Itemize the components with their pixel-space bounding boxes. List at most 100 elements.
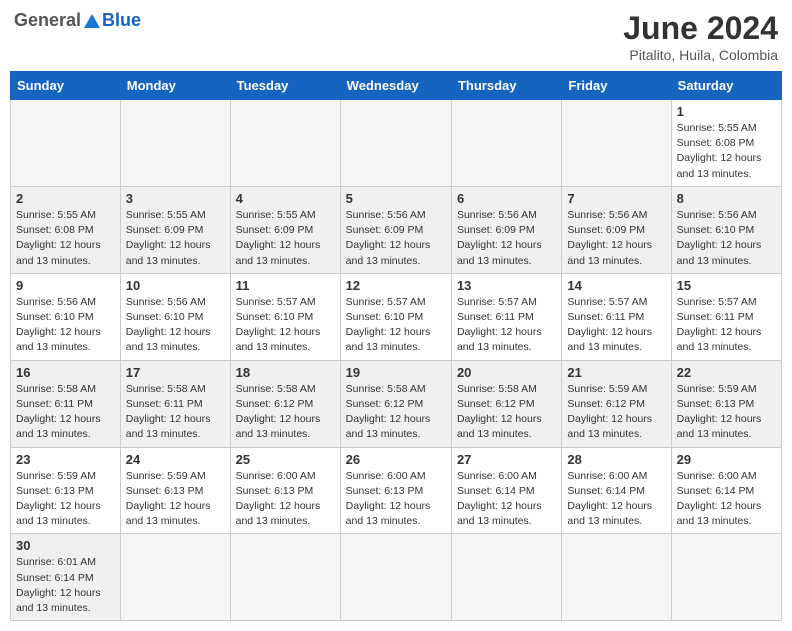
- calendar-week-3: 16 Sunrise: 5:58 AM Sunset: 6:11 PM Dayli…: [11, 360, 782, 447]
- day-number: 7: [567, 191, 665, 206]
- day-number: 22: [677, 365, 776, 380]
- weekday-saturday: Saturday: [671, 72, 781, 100]
- calendar-cell: 8 Sunrise: 5:56 AM Sunset: 6:10 PM Daylig…: [671, 186, 781, 273]
- day-info: Sunrise: 5:55 AM Sunset: 6:09 PM Dayligh…: [236, 208, 335, 269]
- calendar-cell: [11, 100, 121, 187]
- calendar-cell: [562, 100, 671, 187]
- calendar-week-2: 9 Sunrise: 5:56 AM Sunset: 6:10 PM Daylig…: [11, 273, 782, 360]
- calendar-cell: 25 Sunrise: 6:00 AM Sunset: 6:13 PM Dayli…: [230, 447, 340, 534]
- day-info: Sunrise: 5:56 AM Sunset: 6:10 PM Dayligh…: [126, 295, 225, 356]
- weekday-friday: Friday: [562, 72, 671, 100]
- calendar-cell: 3 Sunrise: 5:55 AM Sunset: 6:09 PM Daylig…: [120, 186, 230, 273]
- calendar-cell: 9 Sunrise: 5:56 AM Sunset: 6:10 PM Daylig…: [11, 273, 121, 360]
- day-info: Sunrise: 5:57 AM Sunset: 6:11 PM Dayligh…: [677, 295, 776, 356]
- logo-triangle-icon: [84, 14, 100, 28]
- day-info: Sunrise: 5:56 AM Sunset: 6:09 PM Dayligh…: [346, 208, 446, 269]
- calendar-cell: [451, 534, 561, 621]
- weekday-monday: Monday: [120, 72, 230, 100]
- calendar-cell: 10Sunrise: 5:56 AM Sunset: 6:10 PM Dayli…: [120, 273, 230, 360]
- day-number: 20: [457, 365, 556, 380]
- calendar-cell: 4 Sunrise: 5:55 AM Sunset: 6:09 PM Daylig…: [230, 186, 340, 273]
- calendar-cell: [120, 534, 230, 621]
- day-info: Sunrise: 6:00 AM Sunset: 6:14 PM Dayligh…: [457, 469, 556, 530]
- weekday-header-row: SundayMondayTuesdayWednesdayThursdayFrid…: [11, 72, 782, 100]
- day-number: 8: [677, 191, 776, 206]
- calendar-cell: [562, 534, 671, 621]
- day-info: Sunrise: 5:58 AM Sunset: 6:12 PM Dayligh…: [457, 382, 556, 443]
- calendar-cell: 2Sunrise: 5:55 AM Sunset: 6:08 PM Daylig…: [11, 186, 121, 273]
- day-info: Sunrise: 5:59 AM Sunset: 6:13 PM Dayligh…: [16, 469, 115, 530]
- day-info: Sunrise: 5:56 AM Sunset: 6:10 PM Dayligh…: [16, 295, 115, 356]
- calendar-week-0: 1 Sunrise: 5:55 AM Sunset: 6:08 PM Daylig…: [11, 100, 782, 187]
- day-number: 11: [236, 278, 335, 293]
- day-info: Sunrise: 5:58 AM Sunset: 6:11 PM Dayligh…: [16, 382, 115, 443]
- day-number: 4: [236, 191, 335, 206]
- day-number: 30: [16, 538, 115, 553]
- day-info: Sunrise: 6:01 AM Sunset: 6:14 PM Dayligh…: [16, 555, 115, 616]
- day-info: Sunrise: 6:00 AM Sunset: 6:13 PM Dayligh…: [346, 469, 446, 530]
- day-number: 26: [346, 452, 446, 467]
- day-info: Sunrise: 5:59 AM Sunset: 6:13 PM Dayligh…: [677, 382, 776, 443]
- day-info: Sunrise: 5:56 AM Sunset: 6:09 PM Dayligh…: [457, 208, 556, 269]
- day-info: Sunrise: 5:57 AM Sunset: 6:11 PM Dayligh…: [457, 295, 556, 356]
- calendar-cell: 14 Sunrise: 5:57 AM Sunset: 6:11 PM Dayli…: [562, 273, 671, 360]
- day-info: Sunrise: 5:59 AM Sunset: 6:13 PM Dayligh…: [126, 469, 225, 530]
- day-info: Sunrise: 6:00 AM Sunset: 6:14 PM Dayligh…: [567, 469, 665, 530]
- calendar-week-4: 23Sunrise: 5:59 AM Sunset: 6:13 PM Dayli…: [11, 447, 782, 534]
- day-number: 6: [457, 191, 556, 206]
- day-number: 3: [126, 191, 225, 206]
- day-number: 14: [567, 278, 665, 293]
- day-info: Sunrise: 6:00 AM Sunset: 6:14 PM Dayligh…: [677, 469, 776, 530]
- calendar-cell: 7 Sunrise: 5:56 AM Sunset: 6:09 PM Daylig…: [562, 186, 671, 273]
- day-number: 1: [677, 104, 776, 119]
- day-number: 28: [567, 452, 665, 467]
- calendar-cell: [340, 100, 451, 187]
- day-info: Sunrise: 5:58 AM Sunset: 6:12 PM Dayligh…: [346, 382, 446, 443]
- day-number: 16: [16, 365, 115, 380]
- calendar-cell: 27Sunrise: 6:00 AM Sunset: 6:14 PM Dayli…: [451, 447, 561, 534]
- calendar-cell: 20 Sunrise: 5:58 AM Sunset: 6:12 PM Dayli…: [451, 360, 561, 447]
- day-info: Sunrise: 5:57 AM Sunset: 6:10 PM Dayligh…: [346, 295, 446, 356]
- day-info: Sunrise: 5:57 AM Sunset: 6:10 PM Dayligh…: [236, 295, 335, 356]
- calendar-cell: [451, 100, 561, 187]
- calendar-cell: 16 Sunrise: 5:58 AM Sunset: 6:11 PM Dayli…: [11, 360, 121, 447]
- day-info: Sunrise: 5:59 AM Sunset: 6:12 PM Dayligh…: [567, 382, 665, 443]
- calendar-subtitle: Pitalito, Huila, Colombia: [623, 47, 778, 63]
- calendar-cell: 6 Sunrise: 5:56 AM Sunset: 6:09 PM Daylig…: [451, 186, 561, 273]
- title-block: June 2024 Pitalito, Huila, Colombia: [623, 10, 778, 63]
- day-number: 15: [677, 278, 776, 293]
- day-number: 13: [457, 278, 556, 293]
- day-info: Sunrise: 5:56 AM Sunset: 6:10 PM Dayligh…: [677, 208, 776, 269]
- calendar-cell: 19 Sunrise: 5:58 AM Sunset: 6:12 PM Dayli…: [340, 360, 451, 447]
- calendar-title: June 2024: [623, 10, 778, 47]
- weekday-thursday: Thursday: [451, 72, 561, 100]
- day-info: Sunrise: 5:58 AM Sunset: 6:11 PM Dayligh…: [126, 382, 225, 443]
- day-info: Sunrise: 5:56 AM Sunset: 6:09 PM Dayligh…: [567, 208, 665, 269]
- day-number: 17: [126, 365, 225, 380]
- calendar-cell: 24Sunrise: 5:59 AM Sunset: 6:13 PM Dayli…: [120, 447, 230, 534]
- day-info: Sunrise: 5:55 AM Sunset: 6:08 PM Dayligh…: [677, 121, 776, 182]
- day-info: Sunrise: 5:57 AM Sunset: 6:11 PM Dayligh…: [567, 295, 665, 356]
- calendar-cell: 22 Sunrise: 5:59 AM Sunset: 6:13 PM Dayli…: [671, 360, 781, 447]
- calendar-cell: [120, 100, 230, 187]
- calendar-cell: [671, 534, 781, 621]
- calendar-cell: 18Sunrise: 5:58 AM Sunset: 6:12 PM Dayli…: [230, 360, 340, 447]
- day-info: Sunrise: 5:55 AM Sunset: 6:09 PM Dayligh…: [126, 208, 225, 269]
- logo-text-blue: Blue: [102, 10, 141, 31]
- calendar-cell: 17 Sunrise: 5:58 AM Sunset: 6:11 PM Dayli…: [120, 360, 230, 447]
- weekday-tuesday: Tuesday: [230, 72, 340, 100]
- day-number: 19: [346, 365, 446, 380]
- day-number: 9: [16, 278, 115, 293]
- day-number: 25: [236, 452, 335, 467]
- calendar-cell: 5Sunrise: 5:56 AM Sunset: 6:09 PM Daylig…: [340, 186, 451, 273]
- calendar-cell: [230, 534, 340, 621]
- calendar-cell: 1 Sunrise: 5:55 AM Sunset: 6:08 PM Daylig…: [671, 100, 781, 187]
- day-number: 29: [677, 452, 776, 467]
- calendar-cell: [230, 100, 340, 187]
- day-info: Sunrise: 5:55 AM Sunset: 6:08 PM Dayligh…: [16, 208, 115, 269]
- calendar-cell: 28 Sunrise: 6:00 AM Sunset: 6:14 PM Dayli…: [562, 447, 671, 534]
- day-info: Sunrise: 6:00 AM Sunset: 6:13 PM Dayligh…: [236, 469, 335, 530]
- calendar-cell: 30 Sunrise: 6:01 AM Sunset: 6:14 PM Dayli…: [11, 534, 121, 621]
- day-number: 21: [567, 365, 665, 380]
- calendar-cell: 21 Sunrise: 5:59 AM Sunset: 6:12 PM Dayli…: [562, 360, 671, 447]
